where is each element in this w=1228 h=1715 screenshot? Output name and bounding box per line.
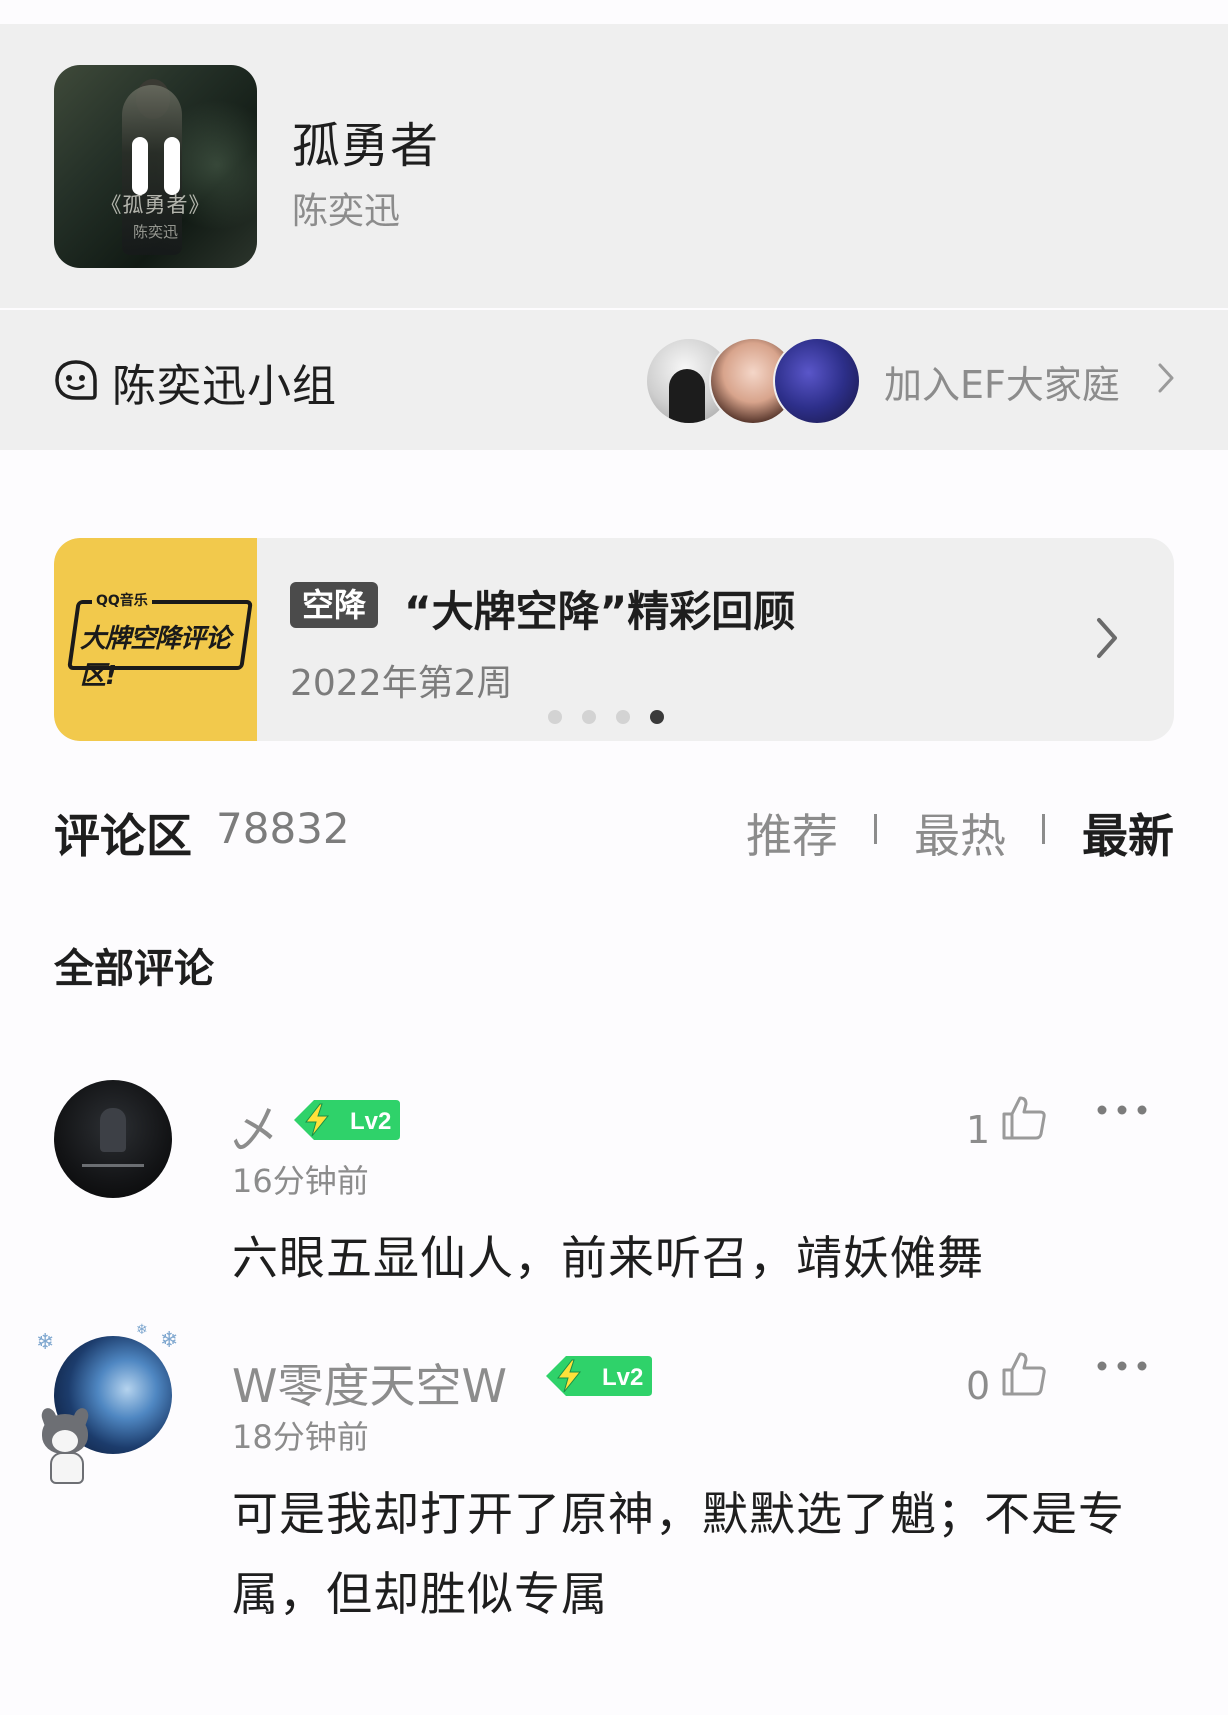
sort-tab-recommended[interactable]: 推荐 — [746, 800, 838, 866]
thumbs-up-icon[interactable] — [1000, 1094, 1048, 1142]
avatar-figure — [100, 1108, 126, 1152]
snowflake-icon: ❄ — [136, 1322, 148, 1338]
snowflake-icon: ❄ — [160, 1328, 179, 1353]
comments-count: 78832 — [216, 804, 350, 853]
level-badge: Lv2 — [546, 1356, 652, 1396]
group-name: 陈奕迅小组 — [112, 361, 337, 412]
comment-username[interactable]: 乄 — [232, 1094, 278, 1160]
snowflake-icon: ❄ — [36, 1330, 55, 1355]
member-avatar-stack[interactable] — [645, 337, 865, 425]
avatar[interactable] — [54, 1080, 172, 1198]
join-group-link[interactable]: 加入EF大家庭 — [884, 354, 1120, 409]
chat-face-icon — [55, 360, 97, 400]
member-avatar — [773, 337, 861, 425]
svg-text:Lv2: Lv2 — [350, 1108, 391, 1135]
banner-subtitle: 2022年第2周 — [290, 663, 513, 704]
comment-time: 18分钟前 — [232, 1418, 369, 1456]
banner-logo: QQ音乐 — [92, 590, 152, 610]
sort-tab-newest[interactable]: 最新 — [1082, 800, 1174, 866]
all-comments-heading: 全部评论 — [54, 946, 214, 992]
banner-title: “大牌空降”精彩回顾 — [404, 587, 796, 636]
banner-slogan: 大牌空降评论区! — [80, 624, 231, 691]
like-count: 0 — [966, 1364, 991, 1408]
comments-title: 评论区 — [54, 809, 192, 863]
song-artist[interactable]: 陈奕迅 — [292, 182, 400, 234]
comment-username[interactable]: W零度天空W — [232, 1350, 507, 1416]
level-badge: Lv2 — [294, 1100, 400, 1140]
promo-banner[interactable]: QQ音乐 大牌空降评论区! 空降 “大牌空降”精彩回顾 2022年第2周 — [54, 538, 1174, 741]
banner-image: QQ音乐 大牌空降评论区! — [54, 538, 257, 741]
more-dots-icon[interactable] — [1094, 1358, 1150, 1374]
comment-text: 六眼五显仙人，前来听召，靖妖傩舞 — [232, 1231, 984, 1285]
now-playing-header: 《孤勇者》 陈奕迅 孤勇者 陈奕迅 — [0, 24, 1228, 308]
avatar-frame-decoration: ❄ ❄ ❄ — [36, 1322, 186, 1355]
chevron-right-icon[interactable] — [1094, 616, 1120, 660]
album-art-artist: 陈奕迅 — [132, 223, 178, 241]
comment-text: 可是我却打开了原神，默默选了魈；不是专属，但却胜似专属 — [232, 1487, 1125, 1621]
member-silhouette — [669, 369, 705, 423]
carousel-dot[interactable] — [616, 710, 630, 724]
carousel-dot[interactable] — [548, 710, 562, 724]
comment-item: ❄ ❄ ❄ W零度天空W Lv2 18分钟前 可是我却打开了原神，默默选了魈；不… — [0, 1322, 1228, 1676]
artist-group-bar[interactable]: 陈奕迅小组 加入EF大家庭 — [0, 310, 1228, 450]
comment-item: 乄 Lv2 16分钟前 六眼五显仙人，前来听召，靖妖傩舞 1 — [0, 1080, 1228, 1300]
sort-divider — [1042, 814, 1045, 844]
husky-pendant-icon — [36, 1406, 94, 1484]
sort-tabs: 推荐 最热 最新 — [746, 800, 1176, 863]
album-art[interactable]: 《孤勇者》 陈奕迅 — [54, 65, 257, 268]
avatar-caption-line — [82, 1164, 144, 1167]
pause-icon[interactable] — [132, 137, 180, 195]
banner-tag: 空降 — [290, 582, 379, 628]
like-count: 1 — [966, 1108, 991, 1152]
sort-divider — [874, 814, 877, 844]
thumbs-up-icon[interactable] — [1000, 1350, 1048, 1398]
comment-time: 16分钟前 — [232, 1162, 369, 1200]
chevron-right-icon[interactable] — [1156, 362, 1176, 394]
svg-text:Lv2: Lv2 — [602, 1364, 643, 1391]
more-dots-icon[interactable] — [1094, 1102, 1150, 1118]
carousel-dot[interactable] — [582, 710, 596, 724]
song-title: 孤勇者 — [292, 118, 440, 174]
sort-tab-hottest[interactable]: 最热 — [914, 800, 1006, 866]
carousel-dot-active[interactable] — [650, 710, 664, 724]
